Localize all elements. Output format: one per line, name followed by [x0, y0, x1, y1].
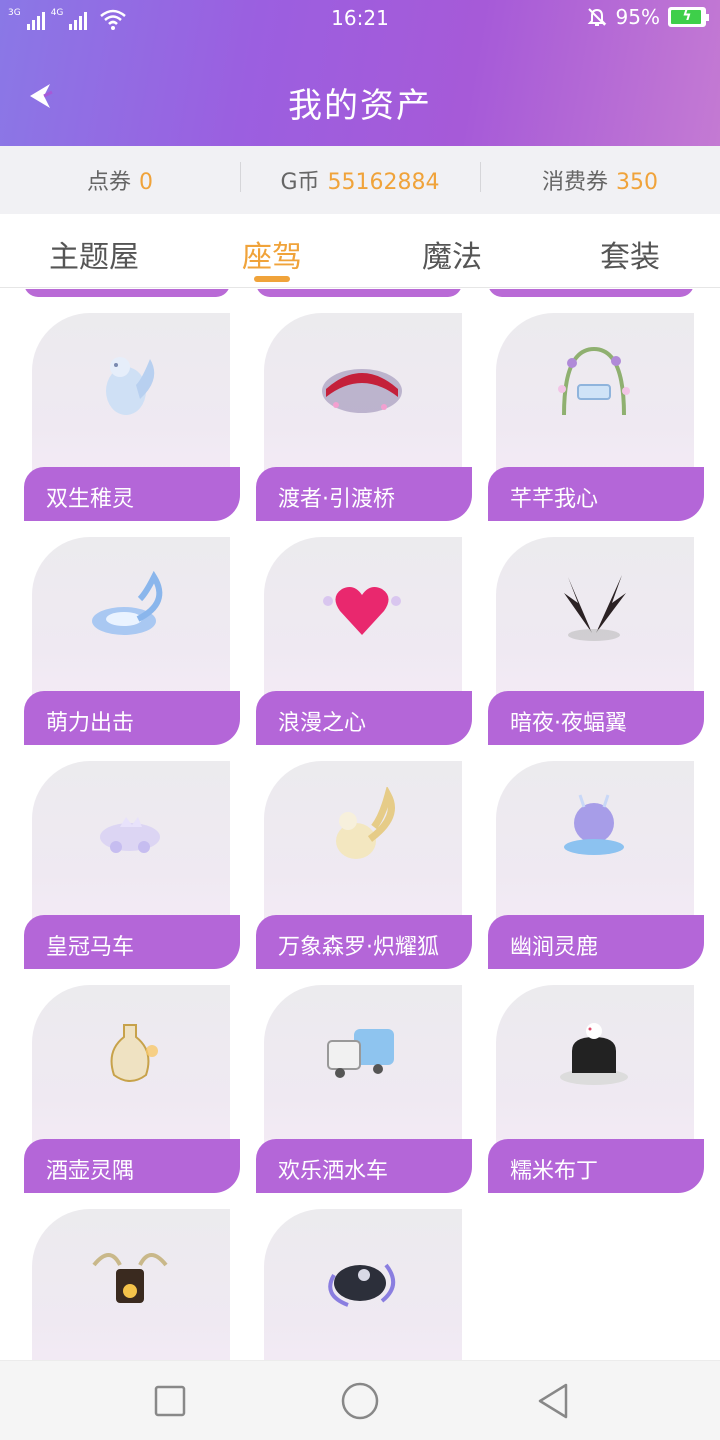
app-root: 3G 4G 16:21 95% ϟ 我的资产 点券 0 G币 55162884 … — [0, 0, 720, 1440]
item-card[interactable]: 糯米布丁 — [488, 985, 704, 1193]
system-navigation-bar — [0, 1360, 720, 1440]
balance-label: 消费券 — [541, 170, 608, 195]
item-card[interactable]: 萌力出击 — [24, 537, 240, 745]
tab-outfits[interactable]: 套装 — [540, 232, 720, 276]
crown-carriage-icon — [100, 817, 160, 853]
status-bar: 3G 4G 16:21 95% ϟ — [0, 0, 720, 36]
item-card[interactable]: 幽涧灵鹿 — [488, 761, 704, 969]
recent-apps-icon[interactable] — [150, 1381, 190, 1421]
spirit-fox-icon — [106, 357, 155, 415]
balance-gcoin: G币 55162884 — [240, 162, 480, 196]
item-card[interactable]: 双生稚灵 — [24, 313, 240, 521]
item-name: 暗夜·夜蝠翼 — [510, 711, 627, 736]
balance-label: 点券 — [86, 170, 131, 195]
item-card[interactable]: 浪漫之心 — [256, 537, 472, 745]
blue-deer-icon — [564, 794, 624, 855]
pudding-icon — [560, 1023, 628, 1085]
partial-card-label — [488, 289, 694, 297]
title-bar: 我的资产 — [0, 36, 720, 146]
item-card[interactable]: 渡者·引渡桥 — [256, 313, 472, 521]
balance-value: 0 — [139, 170, 153, 195]
balance-label: G币 — [280, 170, 320, 195]
bell-off-icon — [587, 8, 606, 26]
item-name: 幽涧灵鹿 — [510, 935, 599, 960]
pink-heart-icon — [323, 587, 401, 635]
item-name: 渡者·引渡桥 — [278, 487, 395, 512]
blue-whirl-icon — [92, 570, 163, 635]
item-card[interactable] — [24, 1209, 240, 1360]
balance-coupon: 点券 0 — [0, 164, 240, 196]
bat-wings-icon — [564, 575, 626, 641]
tab-theme-house[interactable]: 主题屋 — [4, 232, 184, 276]
item-name: 双生稚灵 — [46, 487, 135, 512]
item-name: 萌力出击 — [46, 711, 135, 736]
item-name: 浪漫之心 — [278, 711, 367, 736]
wine-pot-icon — [110, 1024, 158, 1082]
category-tabs: 主题屋 座驾 魔法 套装 — [0, 214, 720, 288]
item-name: 皇冠马车 — [46, 935, 135, 960]
red-bridge-icon — [322, 369, 402, 413]
home-icon[interactable] — [340, 1381, 380, 1421]
balance-strip: 点券 0 G币 55162884 消费券 350 — [0, 146, 720, 214]
item-name: 欢乐洒水车 — [278, 1159, 389, 1184]
header: 3G 4G 16:21 95% ϟ 我的资产 — [0, 0, 720, 146]
water-truck-icon — [327, 1029, 394, 1078]
item-name: 芊芊我心 — [510, 487, 599, 512]
golden-throne-icon — [92, 1253, 168, 1303]
item-grid: 双生稚灵 渡者·引渡桥 芊芊我心 萌力出击 浪漫之心 暗夜·夜蝠翼 皇冠马车 万… — [0, 289, 720, 1360]
partial-card-label — [24, 289, 230, 297]
item-card[interactable]: 欢乐洒水车 — [256, 985, 472, 1193]
flower-swing-icon — [558, 346, 630, 416]
back-nav-icon[interactable] — [534, 1381, 574, 1421]
page-title: 我的资产 — [288, 86, 432, 126]
item-card[interactable]: 芊芊我心 — [488, 313, 704, 521]
partial-card-label — [256, 289, 462, 297]
balance-value: 55162884 — [327, 170, 440, 195]
item-name: 万象森罗·炽耀狐 — [278, 935, 439, 960]
item-card[interactable]: 酒壶灵隅 — [24, 985, 240, 1193]
battery-percent: 95% — [615, 5, 660, 29]
active-tab-indicator — [254, 276, 290, 282]
item-card[interactable]: 暗夜·夜蝠翼 — [488, 537, 704, 745]
status-right: 95% ϟ — [586, 5, 709, 29]
item-card[interactable]: 万象森罗·炽耀狐 — [256, 761, 472, 969]
item-card[interactable]: 皇冠马车 — [24, 761, 240, 969]
item-name: 酒壶灵隅 — [46, 1159, 135, 1184]
tab-magic[interactable]: 魔法 — [362, 232, 542, 276]
balance-value: 350 — [616, 170, 658, 195]
dark-swirl-icon — [328, 1263, 395, 1307]
balance-voucher: 消费券 350 — [480, 162, 720, 196]
golden-fox-icon — [336, 787, 395, 859]
item-name: 糯米布丁 — [510, 1159, 599, 1184]
item-card[interactable] — [256, 1209, 472, 1360]
battery-charging-icon: ϟ — [668, 7, 709, 27]
tab-mounts[interactable]: 座驾 — [182, 232, 362, 276]
